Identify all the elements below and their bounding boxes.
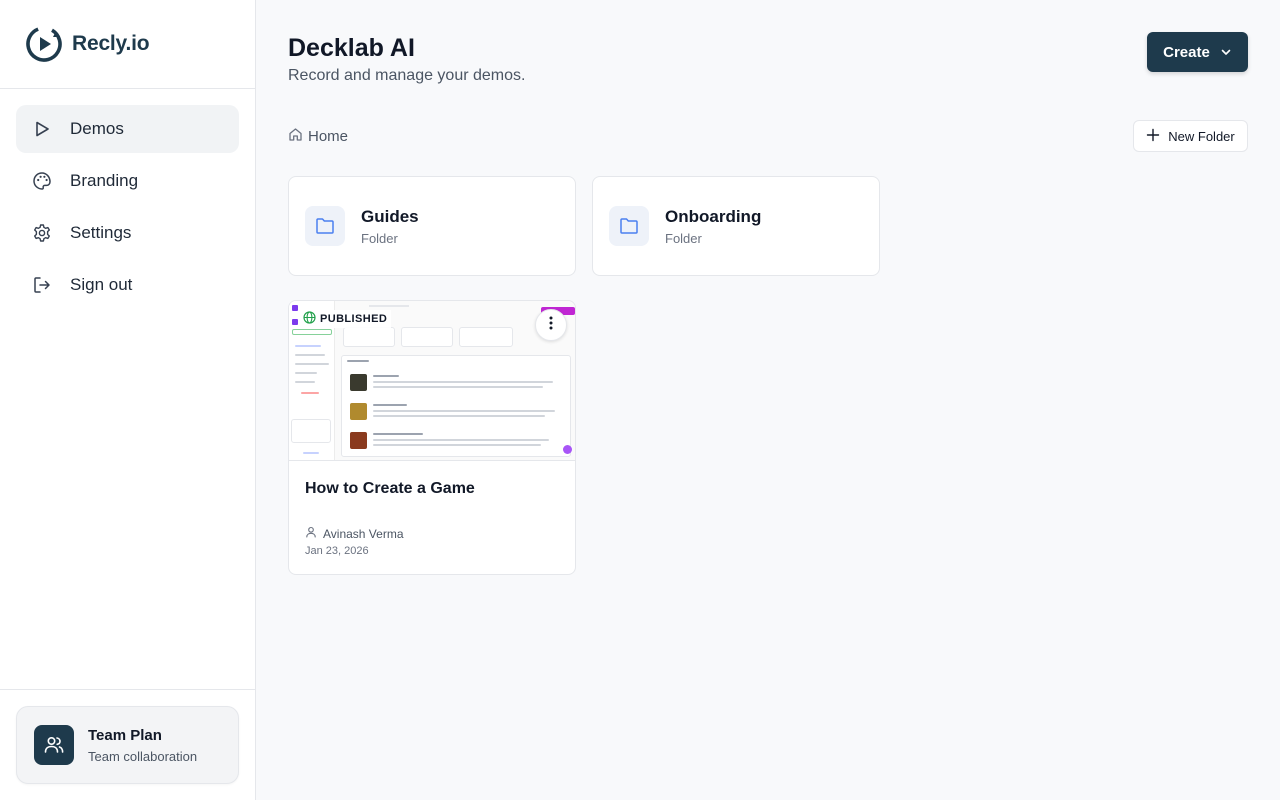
status-label: PUBLISHED <box>320 313 388 325</box>
chevron-down-icon <box>1220 46 1232 58</box>
folder-icon <box>609 206 649 246</box>
sign-out-icon <box>32 275 52 295</box>
brand-name: Recly.io <box>72 32 150 55</box>
plus-icon <box>1146 128 1160 145</box>
sidebar-item-label: Branding <box>70 171 139 190</box>
plan-title: Team Plan <box>88 726 162 744</box>
gear-icon <box>32 223 52 243</box>
globe-icon <box>303 311 316 327</box>
team-plan-card[interactable]: Team Plan Team collaboration <box>16 706 239 784</box>
folder-name: Guides <box>361 206 419 226</box>
new-folder-button[interactable]: New Folder <box>1133 120 1248 152</box>
folder-card-guides[interactable]: Guides Folder <box>288 176 576 276</box>
sidebar-item-label: Demos <box>70 119 124 138</box>
play-icon <box>32 119 52 139</box>
sidebar-item-demos[interactable]: Demos <box>16 105 239 153</box>
sidebar-footer: Team Plan Team collaboration <box>0 689 255 800</box>
home-icon <box>288 127 303 146</box>
demo-thumbnail: PUBLISHED <box>289 301 575 461</box>
page-title: Decklab AI <box>288 34 415 62</box>
plan-subtitle: Team collaboration <box>88 748 198 764</box>
more-vertical-icon <box>549 316 553 335</box>
author-name: Avinash Verma <box>323 526 404 541</box>
recly-logo-icon <box>24 24 64 64</box>
new-folder-label: New Folder <box>1168 128 1235 144</box>
breadcrumb[interactable]: Home <box>288 127 348 146</box>
sidebar: Recly.io Demos Branding Settings Sign ou… <box>0 0 256 800</box>
status-badge: PUBLISHED <box>303 310 392 328</box>
sidebar-item-label: Sign out <box>70 275 133 294</box>
user-icon <box>305 526 317 541</box>
sidebar-item-label: Settings <box>70 223 132 242</box>
palette-icon <box>32 171 52 191</box>
folder-name: Onboarding <box>665 206 762 226</box>
sidebar-item-branding[interactable]: Branding <box>16 157 239 205</box>
sidebar-item-sign-out[interactable]: Sign out <box>16 261 239 309</box>
folder-card-onboarding[interactable]: Onboarding Folder <box>592 176 880 276</box>
demo-date: Jan 23, 2026 <box>305 545 369 557</box>
folder-icon <box>305 206 345 246</box>
folder-type: Folder <box>665 230 702 246</box>
create-button-label: Create <box>1163 43 1210 61</box>
brand[interactable]: Recly.io <box>0 0 255 89</box>
sidebar-nav: Demos Branding Settings Sign out <box>0 89 255 329</box>
main-content: Decklab AI Record and manage your demos.… <box>256 0 1280 800</box>
demo-title: How to Create a Game <box>305 480 475 497</box>
users-icon <box>34 725 74 765</box>
create-button[interactable]: Create <box>1147 32 1248 72</box>
folder-type: Folder <box>361 230 398 246</box>
page-subtitle: Record and manage your demos. <box>288 67 526 84</box>
demo-author: Avinash Verma <box>305 526 404 541</box>
demo-card[interactable]: PUBLISHED How to Create a Game Avinash V… <box>288 300 576 575</box>
more-options-button[interactable] <box>535 309 567 341</box>
breadcrumb-home: Home <box>308 128 349 145</box>
sidebar-item-settings[interactable]: Settings <box>16 209 239 257</box>
